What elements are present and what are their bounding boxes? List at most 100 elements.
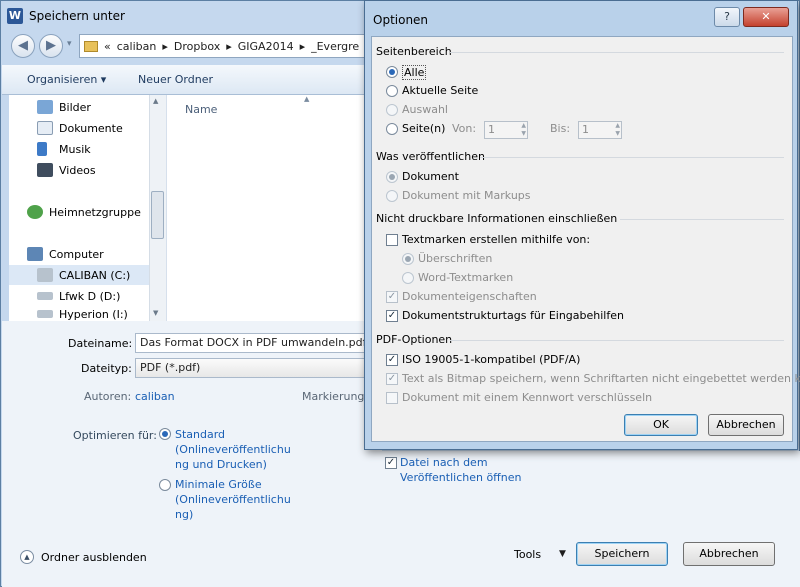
filetype-select[interactable]: PDF (*.pdf) <box>135 358 382 378</box>
scroll-up-icon[interactable]: ▲ <box>153 97 158 105</box>
range-current-label[interactable]: Aktuelle Seite <box>402 84 478 97</box>
option-line: Veröffentlichen öffnen <box>400 471 522 484</box>
range-selection-radio[interactable] <box>386 104 398 116</box>
save-form: Dateiname: Das Format DOCX in PDF umwand… <box>2 321 382 587</box>
headings-radio[interactable] <box>402 253 414 265</box>
publish-markup-radio[interactable] <box>386 190 398 202</box>
open-after-label[interactable]: Datei nach dem Veröffentlichen öffnen <box>400 455 521 485</box>
breadcrumb-item[interactable]: GIGA2014 <box>238 40 294 53</box>
hide-folders-icon[interactable]: ▲ <box>20 550 34 564</box>
dialog-title: Optionen <box>373 13 429 27</box>
structure-tags-label[interactable]: Dokumentstrukturtags für Eingabehilfen <box>402 309 624 322</box>
option-line: Standard <box>175 428 226 441</box>
bookmarks-label[interactable]: Textmarken erstellen mithilfe von: <box>402 233 590 246</box>
address-bar[interactable]: « caliban ▸ Dropbox ▸ GIGA2014 ▸ _Evergr… <box>79 34 379 58</box>
nav-item-computer[interactable]: Computer <box>27 244 104 264</box>
recent-dropdown-icon[interactable]: ▾ <box>67 39 72 49</box>
encrypt-checkbox[interactable] <box>386 392 398 404</box>
bitmap-label[interactable]: Text als Bitmap speichern, wenn Schrifta… <box>402 372 800 385</box>
to-spinner[interactable]: 1 <box>578 121 622 139</box>
tools-button[interactable]: Tools <box>514 548 541 561</box>
filetype-label: Dateityp: <box>81 362 132 375</box>
range-all-radio[interactable] <box>386 66 398 78</box>
divider <box>450 340 784 341</box>
range-pages-radio[interactable] <box>386 123 398 135</box>
nav-label: Musik <box>59 142 91 156</box>
publish-document-radio[interactable] <box>386 171 398 183</box>
optimize-standard-radio[interactable] <box>159 428 171 440</box>
range-all-label[interactable]: Alle <box>402 65 427 80</box>
option-line: (Onlineveröffentlichu <box>175 443 291 456</box>
column-header-name[interactable]: Name <box>185 103 217 116</box>
optimize-standard-label[interactable]: Standard (Onlineveröffentlichu ng und Dr… <box>175 427 291 472</box>
structure-tags-checkbox[interactable]: ✓ <box>386 310 398 322</box>
properties-checkbox[interactable]: ✓ <box>386 291 398 303</box>
nav-item-videos[interactable]: Videos <box>37 160 96 180</box>
close-button[interactable]: ✕ <box>743 7 789 27</box>
scroll-down-icon[interactable]: ▼ <box>153 309 158 317</box>
nav-item-homegroup[interactable]: Heimnetzgruppe <box>27 202 141 222</box>
nav-item-drive-c[interactable]: CALIBAN (C:) <box>9 265 149 285</box>
breadcrumb-item[interactable]: Dropbox <box>174 40 220 53</box>
nav-label: Bilder <box>59 100 91 114</box>
option-line: Minimale Größe <box>175 478 262 491</box>
iso-label[interactable]: ISO 19005-1-kompatibel (PDF/A) <box>402 353 580 366</box>
hide-folders-button[interactable]: Ordner ausblenden <box>41 551 147 564</box>
save-button[interactable]: Speichern <box>576 542 668 566</box>
breadcrumb-separator-icon: ▸ <box>162 39 168 53</box>
help-button[interactable]: ? <box>714 7 740 27</box>
nav-item-music[interactable]: Musik <box>37 139 91 159</box>
breadcrumb-item[interactable]: caliban <box>117 40 157 53</box>
nav-item-documents[interactable]: Dokumente <box>37 118 123 138</box>
form-right-area: ✓ Datei nach dem Veröffentlichen öffnen … <box>382 451 800 587</box>
breadcrumb-item[interactable]: _Evergre <box>311 40 359 53</box>
divider <box>620 219 784 220</box>
ok-button[interactable]: OK <box>624 414 698 436</box>
filename-input[interactable]: Das Format DOCX in PDF umwandeln.pdf <box>135 333 382 353</box>
range-section-header: Seitenbereich <box>376 45 452 58</box>
nav-scrollbar-thumb[interactable] <box>151 191 164 239</box>
publish-document-label[interactable]: Dokument <box>402 170 459 183</box>
authors-value[interactable]: caliban <box>135 390 175 403</box>
from-spinner[interactable]: 1 <box>484 121 528 139</box>
nav-item-pictures[interactable]: Bilder <box>37 97 91 117</box>
encrypt-label[interactable]: Dokument mit einem Kennwort verschlüssel… <box>402 391 652 404</box>
documents-icon <box>37 121 53 135</box>
new-folder-button[interactable]: Neuer Ordner <box>138 73 213 86</box>
word-bookmarks-radio[interactable] <box>402 272 414 284</box>
forward-button[interactable]: ▶ <box>39 34 63 58</box>
dialog-cancel-button[interactable]: Abbrechen <box>708 414 784 436</box>
nav-item-drive-i[interactable]: Hyperion (I:) <box>37 307 128 321</box>
music-icon <box>37 142 47 156</box>
organize-button[interactable]: Organisieren ▾ <box>27 73 106 86</box>
drive-icon <box>37 292 53 300</box>
optimize-minimal-label[interactable]: Minimale Größe (Onlineveröffentlichu ng) <box>175 477 291 522</box>
iso-checkbox[interactable]: ✓ <box>386 354 398 366</box>
word-bookmarks-label[interactable]: Word-Textmarken <box>418 271 513 284</box>
headings-label[interactable]: Überschriften <box>418 252 492 265</box>
breadcrumb-overflow[interactable]: « <box>104 40 111 53</box>
publish-markup-label[interactable]: Dokument mit Markups <box>402 189 531 202</box>
open-after-checkbox[interactable]: ✓ <box>385 457 397 469</box>
nav-label: Videos <box>59 163 96 177</box>
optimize-minimal-radio[interactable] <box>159 479 171 491</box>
folder-icon <box>84 40 98 52</box>
range-current-radio[interactable] <box>386 85 398 97</box>
cancel-button[interactable]: Abbrechen <box>683 542 775 566</box>
properties-label[interactable]: Dokumenteigenschaften <box>402 290 537 303</box>
from-label: Von: <box>452 122 477 135</box>
navigation-pane: Bilder Dokumente Musik Videos Heimnetzgr… <box>9 95 167 321</box>
bitmap-checkbox[interactable]: ✓ <box>386 373 398 385</box>
publish-section-header: Was veröffentlichen <box>376 150 485 163</box>
bookmarks-checkbox[interactable] <box>386 234 398 246</box>
breadcrumb-separator-icon: ▸ <box>226 39 232 53</box>
nav-item-drive-d[interactable]: Lfwk D (D:) <box>37 286 120 306</box>
back-button[interactable]: ◀ <box>11 34 35 58</box>
breadcrumb-separator-icon: ▸ <box>299 39 306 53</box>
tools-dropdown-icon[interactable]: ▼ <box>559 549 566 559</box>
pdf-section-header: PDF-Optionen <box>376 333 453 346</box>
nav-label: Computer <box>49 247 104 261</box>
range-selection-label[interactable]: Auswahl <box>402 103 448 116</box>
range-pages-label[interactable]: Seite(n) <box>402 122 445 135</box>
nav-label: Lfwk D (D:) <box>59 289 121 303</box>
